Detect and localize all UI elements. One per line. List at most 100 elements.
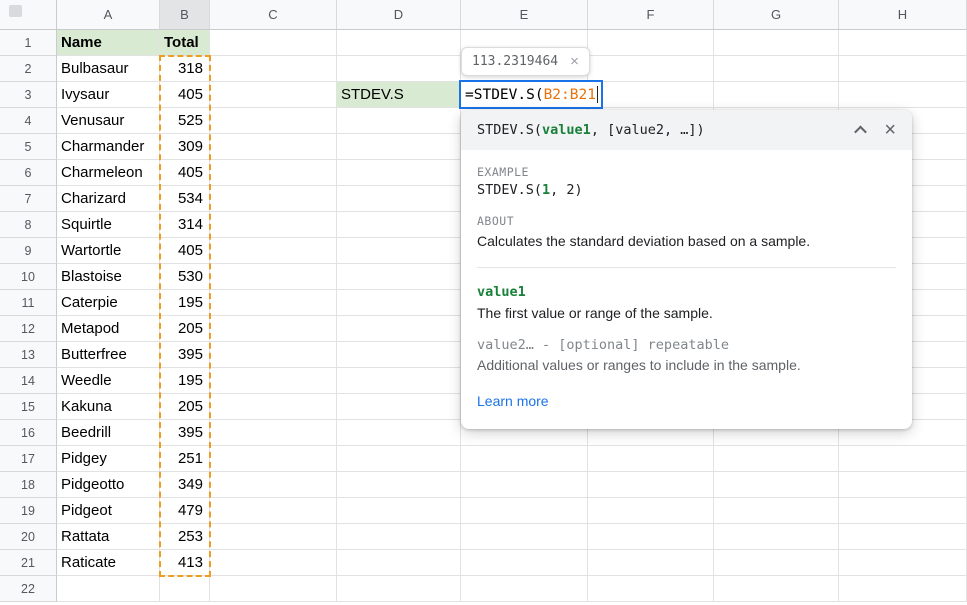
cell-C22[interactable] bbox=[210, 576, 337, 602]
cell-F3[interactable] bbox=[588, 82, 714, 108]
row-header-5[interactable]: 5 bbox=[0, 134, 57, 160]
cell-D1[interactable] bbox=[337, 30, 461, 56]
cell-D21[interactable] bbox=[337, 550, 461, 576]
cell-D22[interactable] bbox=[337, 576, 461, 602]
cell-A14[interactable]: Weedle bbox=[57, 368, 160, 394]
cell-A18[interactable]: Pidgeotto bbox=[57, 472, 160, 498]
cell-C4[interactable] bbox=[210, 108, 337, 134]
cell-B2[interactable]: 318 bbox=[160, 56, 210, 82]
cell-F20[interactable] bbox=[588, 524, 714, 550]
cell-A8[interactable]: Squirtle bbox=[57, 212, 160, 238]
row-header-13[interactable]: 13 bbox=[0, 342, 57, 368]
cell-H2[interactable] bbox=[839, 56, 967, 82]
row-header-3[interactable]: 3 bbox=[0, 82, 57, 108]
cell-C14[interactable] bbox=[210, 368, 337, 394]
cell-H22[interactable] bbox=[839, 576, 967, 602]
row-header-9[interactable]: 9 bbox=[0, 238, 57, 264]
cell-C20[interactable] bbox=[210, 524, 337, 550]
cell-B1[interactable]: Total bbox=[160, 30, 210, 56]
cell-E18[interactable] bbox=[461, 472, 588, 498]
cell-H18[interactable] bbox=[839, 472, 967, 498]
collapse-chevron-up-icon[interactable] bbox=[852, 122, 868, 138]
row-header-19[interactable]: 19 bbox=[0, 498, 57, 524]
cell-D11[interactable] bbox=[337, 290, 461, 316]
cell-B8[interactable]: 314 bbox=[160, 212, 210, 238]
column-header-a[interactable]: A bbox=[57, 0, 160, 30]
cell-C15[interactable] bbox=[210, 394, 337, 420]
row-header-16[interactable]: 16 bbox=[0, 420, 57, 446]
cell-F19[interactable] bbox=[588, 498, 714, 524]
cell-B18[interactable]: 349 bbox=[160, 472, 210, 498]
row-header-14[interactable]: 14 bbox=[0, 368, 57, 394]
preview-close-icon[interactable]: × bbox=[570, 54, 579, 69]
cell-F2[interactable] bbox=[588, 56, 714, 82]
cell-B3[interactable]: 405 bbox=[160, 82, 210, 108]
cell-B14[interactable]: 195 bbox=[160, 368, 210, 394]
cell-C16[interactable] bbox=[210, 420, 337, 446]
column-header-c[interactable]: C bbox=[210, 0, 337, 30]
cell-A3[interactable]: Ivysaur bbox=[57, 82, 160, 108]
cell-D14[interactable] bbox=[337, 368, 461, 394]
cell-E22[interactable] bbox=[461, 576, 588, 602]
cell-C19[interactable] bbox=[210, 498, 337, 524]
cell-H1[interactable] bbox=[839, 30, 967, 56]
cell-D17[interactable] bbox=[337, 446, 461, 472]
cell-F1[interactable] bbox=[588, 30, 714, 56]
cell-A13[interactable]: Butterfree bbox=[57, 342, 160, 368]
cell-G18[interactable] bbox=[714, 472, 839, 498]
cell-C2[interactable] bbox=[210, 56, 337, 82]
row-header-22[interactable]: 22 bbox=[0, 576, 57, 602]
row-header-12[interactable]: 12 bbox=[0, 316, 57, 342]
cell-F21[interactable] bbox=[588, 550, 714, 576]
cell-B11[interactable]: 195 bbox=[160, 290, 210, 316]
cell-D4[interactable] bbox=[337, 108, 461, 134]
cell-B17[interactable]: 251 bbox=[160, 446, 210, 472]
cell-E19[interactable] bbox=[461, 498, 588, 524]
column-header-d[interactable]: D bbox=[337, 0, 461, 30]
cell-C18[interactable] bbox=[210, 472, 337, 498]
row-header-15[interactable]: 15 bbox=[0, 394, 57, 420]
cell-G20[interactable] bbox=[714, 524, 839, 550]
row-header-4[interactable]: 4 bbox=[0, 108, 57, 134]
row-header-1[interactable]: 1 bbox=[0, 30, 57, 56]
cell-G17[interactable] bbox=[714, 446, 839, 472]
cell-C17[interactable] bbox=[210, 446, 337, 472]
cell-C21[interactable] bbox=[210, 550, 337, 576]
cell-G19[interactable] bbox=[714, 498, 839, 524]
cell-B6[interactable]: 405 bbox=[160, 160, 210, 186]
column-header-g[interactable]: G bbox=[714, 0, 839, 30]
cell-F17[interactable] bbox=[588, 446, 714, 472]
cell-G3[interactable] bbox=[714, 82, 839, 108]
cell-G2[interactable] bbox=[714, 56, 839, 82]
cell-A10[interactable]: Blastoise bbox=[57, 264, 160, 290]
cell-A4[interactable]: Venusaur bbox=[57, 108, 160, 134]
close-icon[interactable]: × bbox=[884, 122, 896, 138]
cell-D20[interactable] bbox=[337, 524, 461, 550]
cell-D10[interactable] bbox=[337, 264, 461, 290]
cell-A17[interactable]: Pidgey bbox=[57, 446, 160, 472]
cell-H20[interactable] bbox=[839, 524, 967, 550]
cell-C10[interactable] bbox=[210, 264, 337, 290]
cell-B15[interactable]: 205 bbox=[160, 394, 210, 420]
cell-A15[interactable]: Kakuna bbox=[57, 394, 160, 420]
cell-B19[interactable]: 479 bbox=[160, 498, 210, 524]
cell-A6[interactable]: Charmeleon bbox=[57, 160, 160, 186]
cell-C1[interactable] bbox=[210, 30, 337, 56]
cell-A2[interactable]: Bulbasaur bbox=[57, 56, 160, 82]
cell-G21[interactable] bbox=[714, 550, 839, 576]
cell-H21[interactable] bbox=[839, 550, 967, 576]
column-header-f[interactable]: F bbox=[588, 0, 714, 30]
cell-F22[interactable] bbox=[588, 576, 714, 602]
row-header-20[interactable]: 20 bbox=[0, 524, 57, 550]
cell-A9[interactable]: Wartortle bbox=[57, 238, 160, 264]
cell-D6[interactable] bbox=[337, 160, 461, 186]
column-header-h[interactable]: H bbox=[839, 0, 967, 30]
row-header-18[interactable]: 18 bbox=[0, 472, 57, 498]
cell-A12[interactable]: Metapod bbox=[57, 316, 160, 342]
cell-A1[interactable]: Name bbox=[57, 30, 160, 56]
cell-B16[interactable]: 395 bbox=[160, 420, 210, 446]
cell-A20[interactable]: Rattata bbox=[57, 524, 160, 550]
cell-C11[interactable] bbox=[210, 290, 337, 316]
cell-E17[interactable] bbox=[461, 446, 588, 472]
cell-D15[interactable] bbox=[337, 394, 461, 420]
